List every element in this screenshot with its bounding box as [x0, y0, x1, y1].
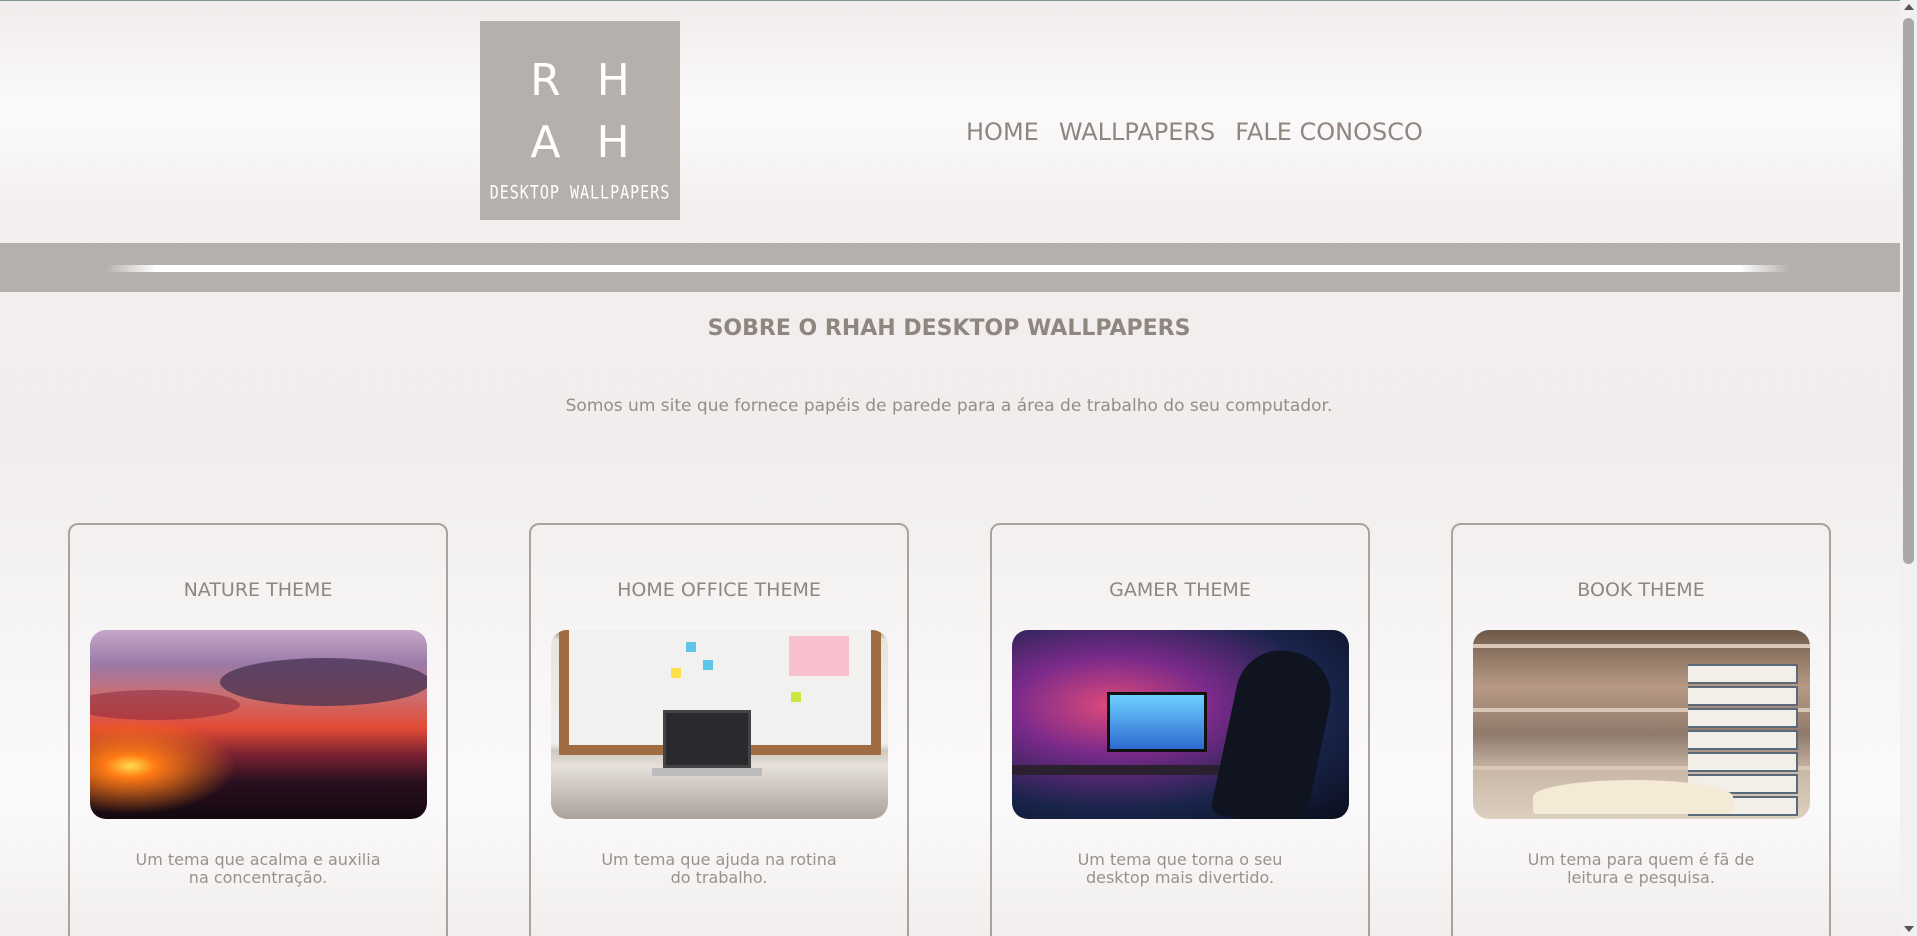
gaming-chair: [1209, 642, 1340, 819]
card-description: Um tema para quem é fã de leitura e pesq…: [1527, 850, 1755, 887]
book-stack: [1688, 752, 1798, 772]
card-title: GAMER THEME: [1109, 579, 1251, 601]
card-description: Um tema que torna o seu desktop mais div…: [1077, 850, 1283, 887]
about-title: SOBRE O RHAH DESKTOP WALLPAPERS: [707, 316, 1191, 341]
book-stack: [1688, 664, 1798, 684]
laptop: [652, 710, 762, 776]
nav-wallpapers-link[interactable]: WALLPAPERS: [1059, 118, 1215, 146]
card-description: Um tema que ajuda na rotina do trabalho.: [601, 850, 837, 887]
card-home-office-theme[interactable]: HOME OFFICE THEME Um tema que ajuda na r…: [529, 523, 909, 936]
card-description: Um tema que acalma e auxilia na concentr…: [135, 850, 381, 887]
about-text: Somos um site que fornece papéis de pare…: [565, 396, 1333, 416]
cloud-shape: [220, 658, 427, 706]
logo-letters-row-1: RH: [530, 55, 666, 106]
sticky-note: [671, 668, 681, 678]
card-gamer-theme[interactable]: GAMER THEME Um tema que torna o seu desk…: [990, 523, 1370, 936]
header-divider-band: [0, 243, 1901, 292]
logo-subtitle: DESKTOP WALLPAPERS: [489, 180, 671, 204]
window-top-border: [0, 0, 1900, 1]
book-stack: [1688, 686, 1798, 706]
library-books-image[interactable]: [1473, 630, 1810, 819]
gamer-setup-image[interactable]: [1012, 630, 1349, 819]
card-title: HOME OFFICE THEME: [617, 579, 821, 601]
planner-sheet: [789, 636, 849, 676]
scroll-down-arrow-icon[interactable]: [1904, 926, 1914, 932]
gaming-monitor: [1107, 692, 1207, 752]
nav-home-link[interactable]: HOME: [966, 118, 1039, 146]
main-nav: HOME WALLPAPERS FALE CONOSCO: [966, 118, 1423, 146]
nav-contact-link[interactable]: FALE CONOSCO: [1235, 118, 1423, 146]
sticky-note: [703, 660, 713, 670]
scroll-up-arrow-icon[interactable]: [1904, 4, 1914, 10]
sunset-beach-image[interactable]: [90, 630, 427, 819]
home-office-desk-image[interactable]: [551, 630, 888, 819]
card-title: NATURE THEME: [183, 579, 333, 601]
cloud-shape: [90, 690, 240, 720]
sticky-note: [686, 642, 696, 652]
card-title: BOOK THEME: [1577, 579, 1705, 601]
book-stack: [1688, 708, 1798, 728]
sticky-note: [791, 692, 801, 702]
site-logo[interactable]: RH AH DESKTOP WALLPAPERS: [480, 21, 680, 220]
logo-letters-row-2: AH: [530, 117, 666, 168]
divider-line: [105, 265, 1790, 272]
card-nature-theme[interactable]: NATURE THEME Um tema que acalma e auxili…: [68, 523, 448, 936]
bookshelf: [1473, 644, 1810, 648]
vertical-scrollbar[interactable]: [1900, 0, 1917, 936]
card-book-theme[interactable]: BOOK THEME Um tema para quem é fã de lei…: [1451, 523, 1831, 936]
open-book: [1533, 780, 1733, 814]
book-stack: [1688, 730, 1798, 750]
scrollbar-thumb[interactable]: [1903, 18, 1914, 564]
